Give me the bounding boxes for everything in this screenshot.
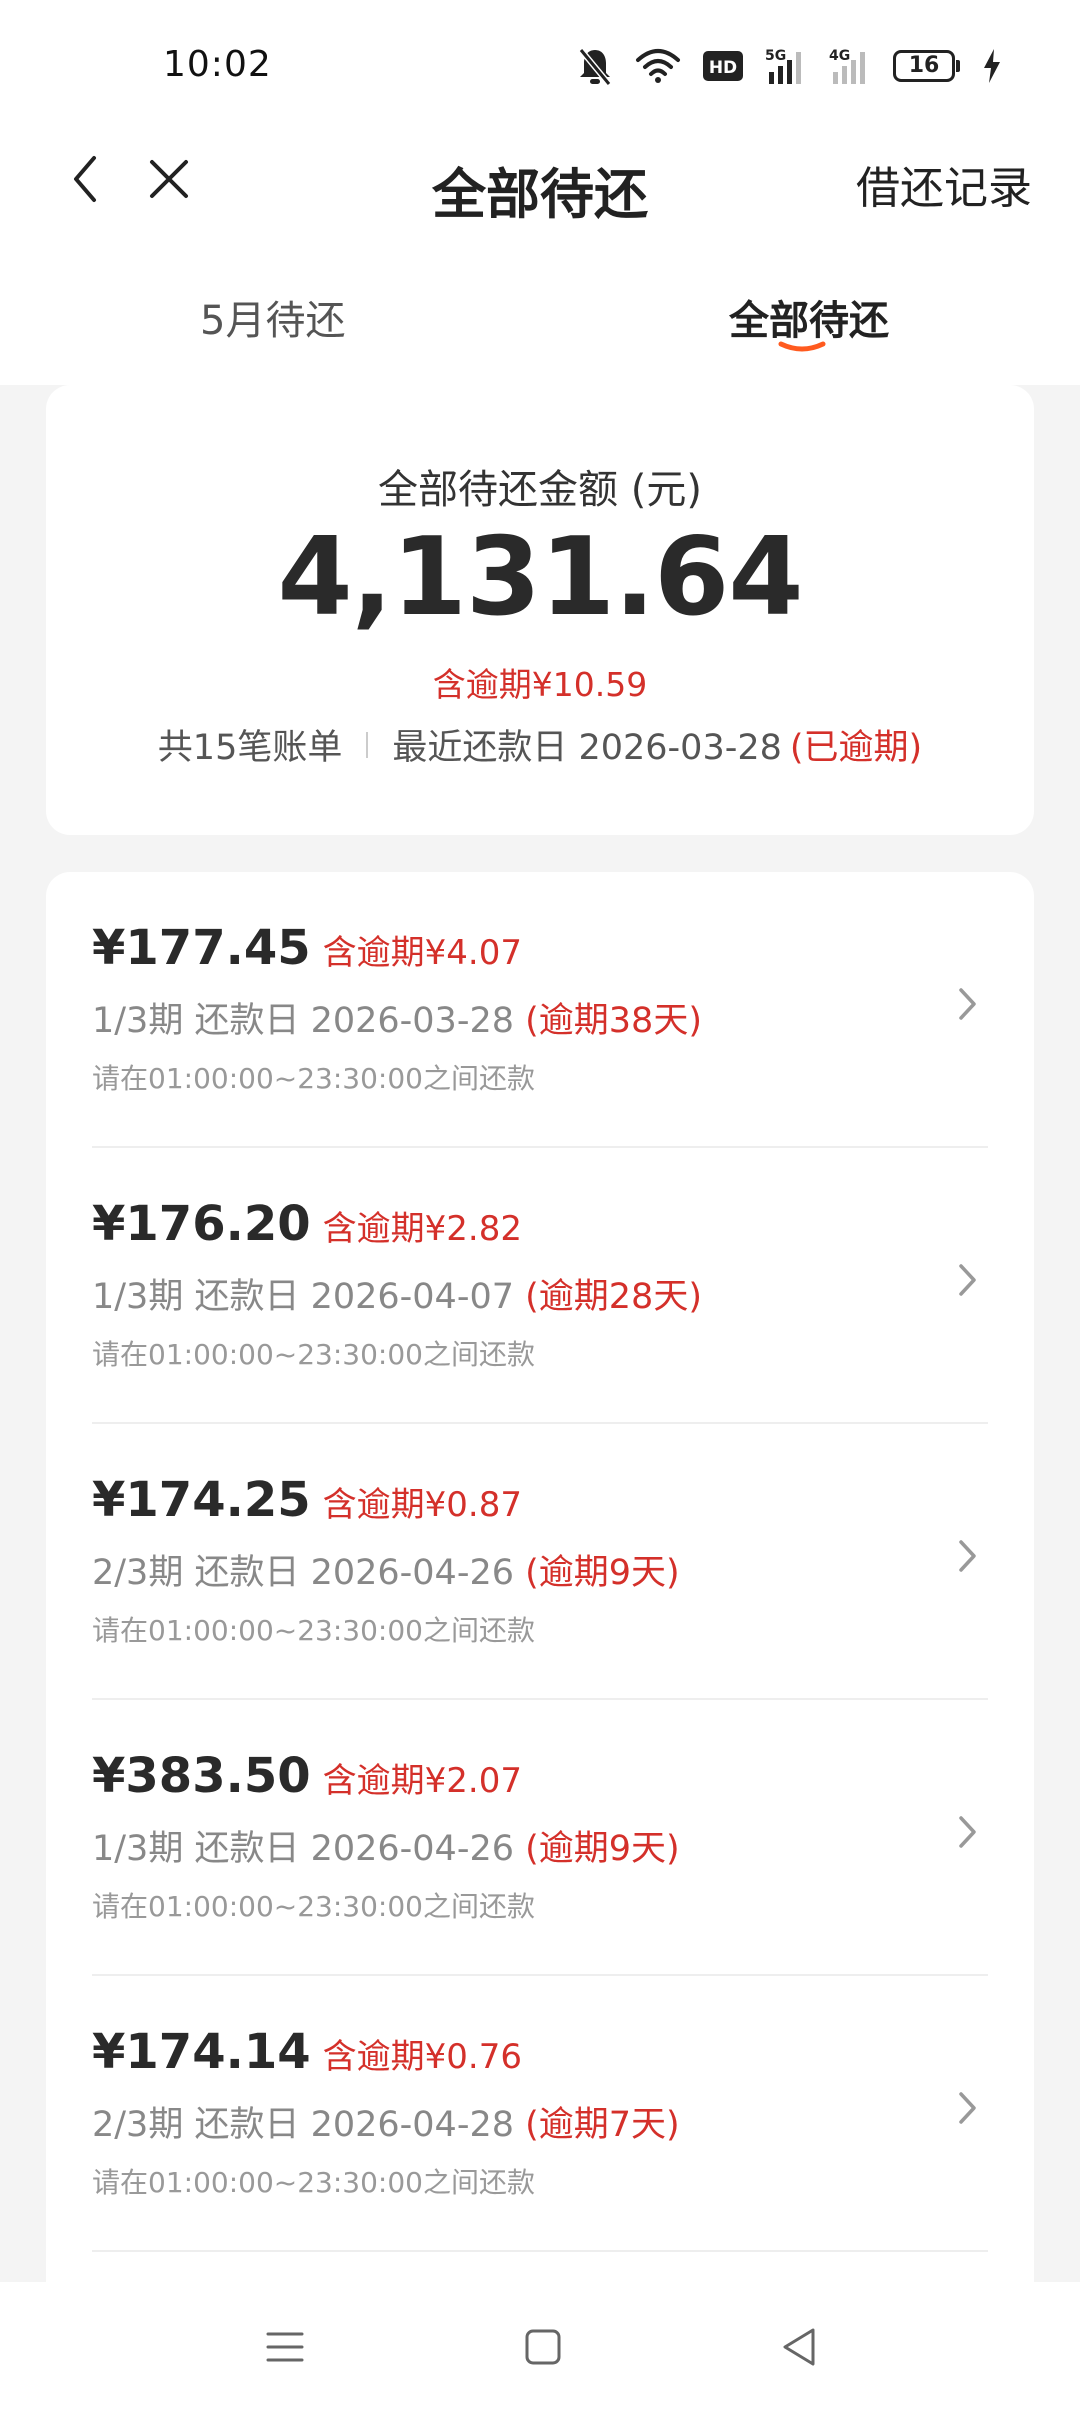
charging-icon bbox=[982, 49, 1002, 83]
recent-due-status: (已逾期) bbox=[789, 728, 923, 768]
bill-note: 请在01:00:00~23:30:00之间还款 bbox=[92, 2166, 535, 2199]
bill-overdue-amount: 含逾期¥2.07 bbox=[322, 1761, 522, 1801]
tab-all-due[interactable]: 全部待还 bbox=[729, 288, 889, 346]
bill-item[interactable]: ¥174.14 含逾期¥0.76 2/3期 还款日 2026-04-28 (逾期… bbox=[92, 1976, 988, 2252]
system-nav-bar bbox=[0, 2282, 1080, 2412]
svg-text:HD: HD bbox=[709, 58, 737, 78]
bill-overdue-days: (逾期38天) bbox=[525, 1001, 702, 1041]
back-triangle-icon[interactable] bbox=[775, 2322, 825, 2372]
bill-list: ¥177.45 含逾期¥4.07 1/3期 还款日 2026-03-28 (逾期… bbox=[46, 872, 1034, 2292]
bill-amount: ¥174.25 bbox=[92, 1472, 311, 1528]
hd-icon: HD bbox=[703, 51, 743, 81]
bill-overdue-amount: 含逾期¥2.82 bbox=[322, 1209, 522, 1249]
status-bar: 10:02 HD 5G 4G 16 bbox=[0, 0, 1080, 120]
history-link[interactable]: 借还记录 bbox=[856, 152, 1032, 216]
wifi-icon bbox=[635, 48, 681, 84]
summary-amount: 4,131.64 bbox=[277, 515, 804, 640]
meta-divider bbox=[366, 731, 369, 758]
bill-overdue-days: (逾期7天) bbox=[525, 2105, 680, 2145]
status-time: 10:02 bbox=[163, 44, 272, 85]
status-icons: HD 5G 4G 16 bbox=[577, 44, 1002, 88]
bill-item[interactable]: ¥176.20 含逾期¥2.82 1/3期 还款日 2026-04-07 (逾期… bbox=[92, 1148, 988, 1424]
bill-overdue-days: (逾期9天) bbox=[525, 1553, 680, 1593]
chevron-right-icon bbox=[959, 1816, 976, 1848]
bill-note: 请在01:00:00~23:30:00之间还款 bbox=[92, 1614, 535, 1647]
tab-may-due[interactable]: 5月待还 bbox=[200, 288, 345, 346]
chevron-right-icon bbox=[959, 1540, 976, 1572]
header: 全部待还 借还记录 bbox=[0, 120, 1080, 240]
summary-overdue: 含逾期¥10.59 bbox=[432, 665, 648, 704]
bill-item[interactable]: ¥177.45 含逾期¥4.07 1/3期 还款日 2026-03-28 (逾期… bbox=[92, 872, 988, 1148]
chevron-right-icon bbox=[959, 1264, 976, 1296]
battery-level: 16 bbox=[893, 50, 955, 82]
tab-bar: 5月待还 全部待还 bbox=[0, 240, 1080, 385]
bill-overdue-amount: 含逾期¥4.07 bbox=[322, 933, 522, 973]
bill-period-due: 2/3期 还款日 2026-04-28 bbox=[92, 2105, 514, 2145]
summary-label: 全部待还金额 (元) bbox=[378, 467, 702, 513]
bill-item[interactable]: ¥174.25 含逾期¥0.87 2/3期 还款日 2026-04-26 (逾期… bbox=[92, 1424, 988, 1700]
menu-icon[interactable] bbox=[260, 2322, 310, 2372]
chevron-right-icon bbox=[959, 988, 976, 1020]
bill-overdue-days: (逾期28天) bbox=[525, 1277, 702, 1317]
bill-amount: ¥174.14 bbox=[92, 2024, 311, 2080]
home-icon[interactable] bbox=[518, 2322, 568, 2372]
tab-active-indicator bbox=[778, 341, 826, 352]
signal-5g-icon: 5G bbox=[765, 46, 807, 86]
page: 10:02 HD 5G 4G 16 全部待还 借还记录 5月待还 全部待还 全部… bbox=[0, 0, 1080, 2412]
bill-note: 请在01:00:00~23:30:00之间还款 bbox=[92, 1338, 535, 1371]
bill-period-due: 1/3期 还款日 2026-04-07 bbox=[92, 1277, 514, 1317]
chevron-right-icon bbox=[959, 2092, 976, 2124]
bill-overdue-amount: 含逾期¥0.87 bbox=[322, 1485, 522, 1525]
bill-amount: ¥177.45 bbox=[92, 920, 311, 976]
signal-4g-icon: 4G bbox=[829, 46, 871, 86]
bill-amount: ¥383.50 bbox=[92, 1748, 311, 1804]
bill-overdue-amount: 含逾期¥0.76 bbox=[322, 2037, 522, 2077]
bell-muted-icon bbox=[577, 46, 613, 86]
svg-text:5G: 5G bbox=[765, 48, 786, 64]
summary-card: 全部待还金额 (元) 4,131.64 含逾期¥10.59 共15笔账单 最近还… bbox=[46, 385, 1034, 835]
summary-meta: 共15笔账单 最近还款日 2026-03-28 (已逾期) bbox=[46, 719, 1034, 770]
recent-due-date: 最近还款日 2026-03-28 bbox=[392, 728, 782, 768]
battery-icon: 16 bbox=[893, 50, 960, 82]
bill-period-due: 2/3期 还款日 2026-04-26 bbox=[92, 1553, 514, 1593]
bill-note: 请在01:00:00~23:30:00之间还款 bbox=[92, 1890, 535, 1923]
bill-item[interactable]: ¥383.50 含逾期¥2.07 1/3期 还款日 2026-04-26 (逾期… bbox=[92, 1700, 988, 1976]
svg-text:4G: 4G bbox=[829, 48, 850, 64]
bill-amount: ¥176.20 bbox=[92, 1196, 311, 1252]
bill-period-due: 1/3期 还款日 2026-03-28 bbox=[92, 1001, 514, 1041]
bill-note: 请在01:00:00~23:30:00之间还款 bbox=[92, 1062, 535, 1095]
bill-count: 共15笔账单 bbox=[157, 728, 343, 768]
bill-period-due: 1/3期 还款日 2026-04-26 bbox=[92, 1829, 514, 1869]
bill-overdue-days: (逾期9天) bbox=[525, 1829, 680, 1869]
